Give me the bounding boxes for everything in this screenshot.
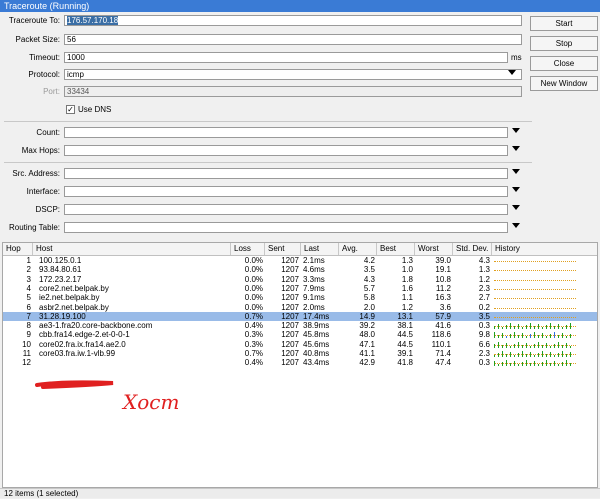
- timeout-row: Timeout: 1000 ms: [0, 51, 540, 65]
- routing-table-label: Routing Table:: [9, 223, 60, 232]
- max-hops-chevron-down-icon[interactable]: [512, 146, 520, 151]
- new-window-button[interactable]: New Window: [530, 76, 598, 91]
- interface-label: Interface:: [26, 187, 60, 196]
- divider: [4, 162, 532, 163]
- use-dns-row: ✓ Use DNS: [0, 103, 540, 117]
- dscp-chevron-down-icon[interactable]: [512, 205, 520, 210]
- traceroute-to-input[interactable]: 176.57.170.18: [64, 15, 522, 26]
- src-address-row: Src. Address:: [0, 167, 540, 181]
- annotation-layer: Хост: [35, 380, 179, 414]
- traceroute-to-value: 176.57.170.18: [67, 16, 119, 25]
- port-input[interactable]: 33434: [64, 86, 522, 97]
- packet-size-label: Packet Size:: [15, 35, 60, 44]
- max-hops-label: Max Hops:: [21, 146, 60, 155]
- packet-size-input[interactable]: 56: [64, 34, 522, 45]
- use-dns-label: Use DNS: [78, 105, 112, 114]
- start-button[interactable]: Start: [530, 16, 598, 31]
- protocol-select[interactable]: icmp: [64, 69, 522, 80]
- dscp-row: DSCP:: [0, 203, 540, 217]
- count-row: Count:: [0, 126, 540, 140]
- count-chevron-down-icon[interactable]: [512, 128, 520, 133]
- traceroute-to-label: Traceroute To:: [8, 16, 60, 25]
- status-bar: 12 items (1 selected): [0, 488, 600, 498]
- close-button[interactable]: Close: [530, 56, 598, 71]
- routing-table-row: Routing Table:: [0, 221, 540, 235]
- port-label: Port:: [43, 87, 60, 96]
- dscp-input[interactable]: [64, 204, 508, 215]
- max-hops-row: Max Hops:: [0, 144, 540, 158]
- max-hops-input[interactable]: [64, 145, 508, 156]
- packet-size-row: Packet Size: 56: [0, 33, 540, 47]
- interface-chevron-down-icon[interactable]: [512, 187, 520, 192]
- interface-row: Interface:: [0, 185, 540, 199]
- src-address-chevron-down-icon[interactable]: [512, 169, 520, 174]
- traceroute-table[interactable]: Hop Host Loss Sent Last Avg. Best Worst …: [2, 242, 598, 488]
- protocol-row: Protocol: icmp: [0, 68, 540, 82]
- routing-table-chevron-down-icon[interactable]: [512, 223, 520, 228]
- timeout-input[interactable]: 1000: [64, 52, 508, 63]
- src-address-input[interactable]: [64, 168, 508, 179]
- count-input[interactable]: [64, 127, 508, 138]
- timeout-unit: ms: [511, 53, 522, 62]
- protocol-chevron-down-icon[interactable]: [508, 70, 516, 75]
- src-address-label: Src. Address:: [12, 169, 60, 178]
- timeout-label: Timeout:: [29, 53, 60, 62]
- window-title: Traceroute (Running): [0, 0, 600, 12]
- protocol-label: Protocol:: [28, 70, 60, 79]
- routing-table-input[interactable]: [64, 222, 508, 233]
- stop-button[interactable]: Stop: [530, 36, 598, 51]
- divider: [4, 121, 532, 122]
- traceroute-form: Traceroute To: 176.57.170.18 Packet Size…: [0, 12, 600, 240]
- redaction-scribble: [35, 380, 114, 389]
- interface-input[interactable]: [64, 186, 508, 197]
- count-label: Count:: [36, 128, 60, 137]
- traceroute-to-row: Traceroute To: 176.57.170.18: [0, 14, 540, 28]
- port-row: Port: 33434: [0, 85, 540, 99]
- handwritten-annotation: Хост: [121, 390, 179, 414]
- use-dns-checkbox[interactable]: ✓: [66, 105, 75, 114]
- dscp-label: DSCP:: [35, 205, 60, 214]
